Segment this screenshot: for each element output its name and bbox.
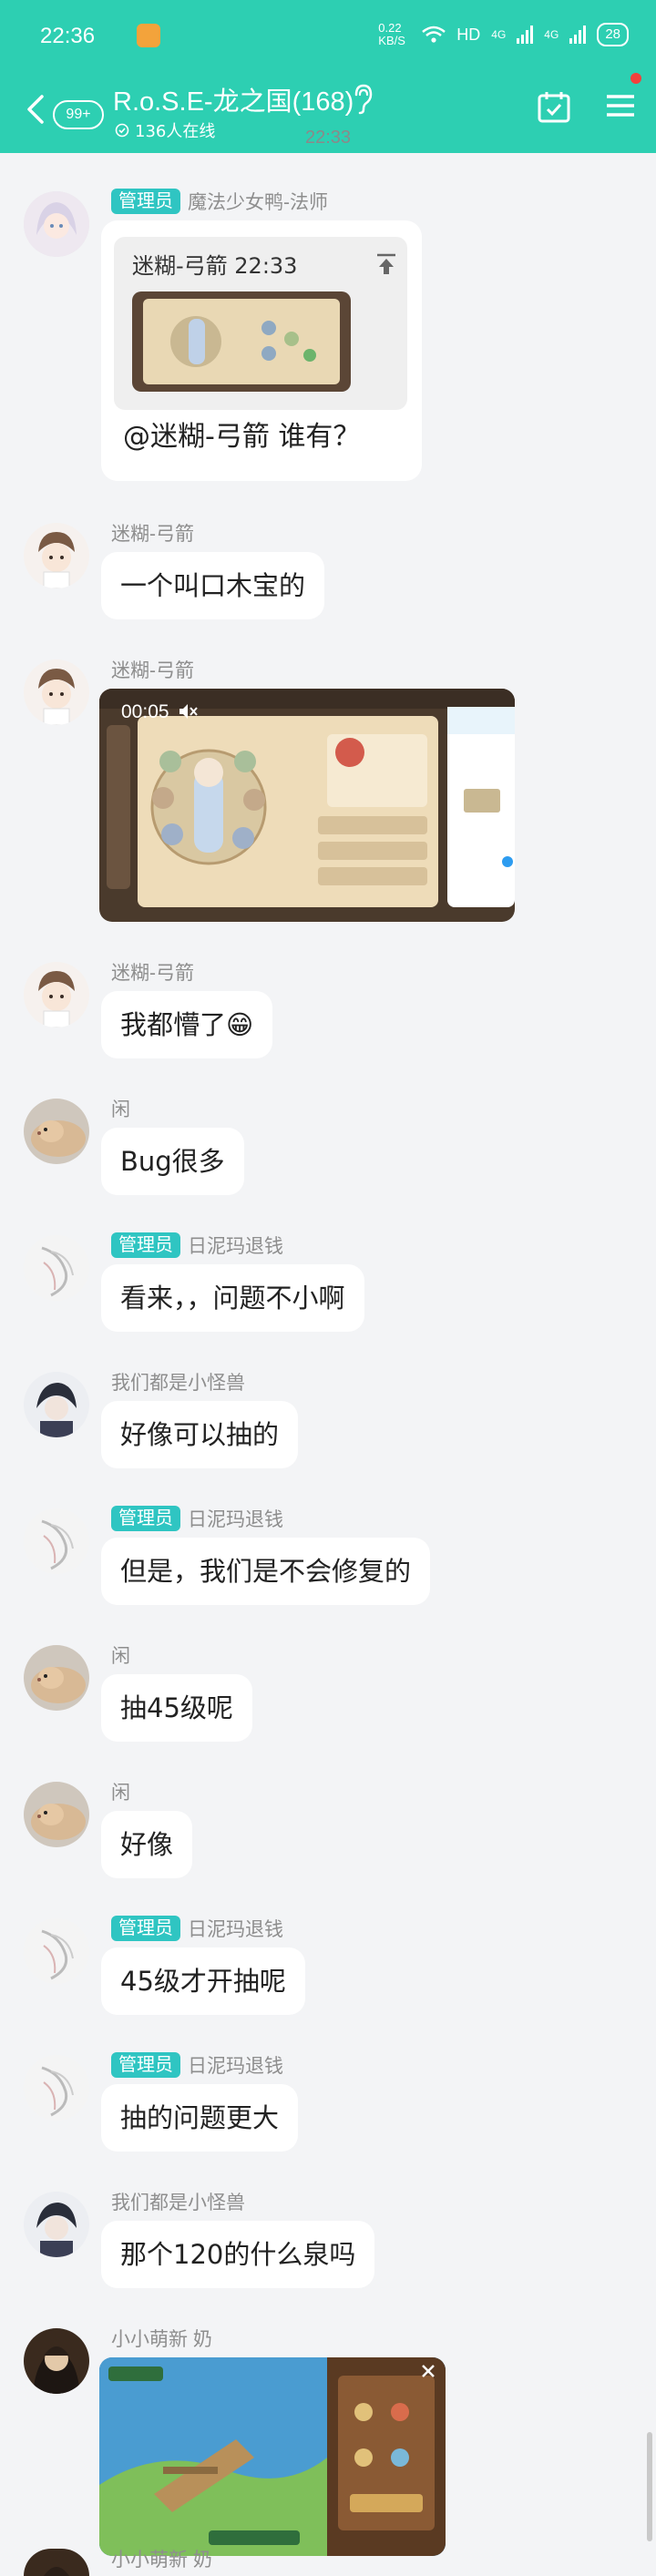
- avatar[interactable]: [24, 962, 89, 1027]
- sender-name[interactable]: 日泥玛退钱: [188, 1505, 283, 1532]
- text-bubble[interactable]: 看来，，问题不小啊: [101, 1264, 364, 1332]
- sender-name[interactable]: 日泥玛退钱: [188, 2051, 283, 2079]
- signal-4g-1: 4G: [491, 28, 507, 41]
- image-message[interactable]: [99, 2357, 446, 2556]
- sender-name[interactable]: 日泥玛退钱: [188, 1232, 283, 1259]
- network-speed: 0.22 KB/S: [378, 21, 405, 47]
- message-meta: 我们都是小怪兽: [111, 2188, 245, 2215]
- message-meta: 迷糊-弓箭: [111, 958, 194, 986]
- message-meta: 闲: [111, 1641, 130, 1669]
- message-meta: 管理员 日泥玛退钱: [111, 1232, 283, 1259]
- sender-name[interactable]: 我们都是小怪兽: [111, 1368, 245, 1395]
- back-arrow-icon[interactable]: [22, 91, 49, 128]
- sender-name[interactable]: 迷糊-弓箭: [111, 519, 194, 547]
- text-bubble[interactable]: 45级才开抽呢: [101, 1947, 305, 2015]
- sender-name[interactable]: 日泥玛退钱: [188, 1915, 283, 1942]
- text-bubble[interactable]: 抽45级呢: [101, 1674, 252, 1742]
- avatar[interactable]: [24, 1099, 89, 1164]
- calendar-check-icon[interactable]: [537, 89, 571, 124]
- admin-tag: 管理员: [111, 1232, 180, 1258]
- signal-4g-2: 4G: [544, 28, 559, 41]
- message-meta: 管理员 日泥玛退钱: [111, 1505, 283, 1532]
- sender-name[interactable]: 闲: [111, 1095, 130, 1122]
- status-time: 22:36: [40, 24, 96, 48]
- avatar[interactable]: [24, 1645, 89, 1711]
- hd-label: HD: [456, 25, 481, 44]
- wifi-icon: [422, 26, 446, 43]
- close-icon[interactable]: [420, 2363, 436, 2379]
- avatar[interactable]: [24, 1372, 89, 1437]
- text-bubble[interactable]: 那个120的什么泉吗: [101, 2221, 375, 2288]
- video-duration: 00:05: [121, 701, 169, 722]
- message-meta: 闲: [111, 1778, 130, 1805]
- quote-reply-bubble[interactable]: 迷糊-弓箭 22:33 @迷糊-弓箭 谁有？: [101, 220, 422, 481]
- avatar[interactable]: [24, 191, 89, 257]
- ear-icon: [354, 84, 373, 115]
- avatar[interactable]: [24, 1918, 89, 1984]
- avatar[interactable]: [24, 1508, 89, 1574]
- message-meta: 管理员 魔法少女鸭-法师: [111, 188, 328, 215]
- avatar[interactable]: [24, 2192, 89, 2257]
- admin-tag: 管理员: [111, 189, 180, 214]
- signal-icon-1: [517, 26, 534, 44]
- battery-indicator: 28: [597, 23, 629, 46]
- text-bubble[interactable]: 我都懵了😁: [101, 991, 273, 1058]
- quoted-image-thumbnail[interactable]: [132, 291, 351, 392]
- status-bar: 22:36 0.22 KB/S HD 4G 4G 28: [0, 0, 656, 71]
- scrollbar[interactable]: [647, 2432, 652, 2541]
- text-bubble[interactable]: 抽的问题更大: [101, 2084, 299, 2152]
- text-bubble[interactable]: 但是，我们是不会修复的: [101, 1538, 431, 1605]
- quoted-sender: 迷糊-弓箭 22:33: [132, 253, 298, 279]
- menu-notification-dot: [630, 73, 641, 84]
- message-meta: 我们都是小怪兽: [111, 1368, 245, 1395]
- message-timestamp: 22:33: [304, 128, 352, 148]
- unread-count-badge[interactable]: 99+: [53, 100, 104, 129]
- message-meta: 小小萌新 奶: [111, 2325, 212, 2352]
- quoted-message[interactable]: 迷糊-弓箭 22:33: [114, 237, 407, 410]
- avatar[interactable]: [24, 523, 89, 588]
- group-title[interactable]: R.o.S.E-龙之国(168): [113, 80, 354, 118]
- menu-icon[interactable]: [603, 87, 638, 124]
- sender-name[interactable]: 小小萌新 奶: [111, 2325, 212, 2352]
- avatar[interactable]: [24, 2055, 89, 2121]
- message-meta: 迷糊-弓箭: [111, 656, 194, 683]
- sender-name[interactable]: 迷糊-弓箭: [111, 656, 194, 683]
- sender-name[interactable]: 闲: [111, 1641, 130, 1669]
- jump-to-top-icon[interactable]: [376, 253, 396, 275]
- avatar[interactable]: [24, 1235, 89, 1301]
- avatar[interactable]: [24, 2328, 89, 2394]
- admin-tag: 管理员: [111, 1916, 180, 1941]
- sender-name[interactable]: 闲: [111, 1778, 130, 1805]
- app-notification-icon: [137, 24, 160, 47]
- signal-icon-2: [569, 26, 587, 44]
- message-meta: 迷糊-弓箭: [111, 519, 194, 547]
- avatar[interactable]: [24, 659, 89, 725]
- admin-tag: 管理员: [111, 1506, 180, 1531]
- message-meta: 闲: [111, 1095, 130, 1122]
- sender-name[interactable]: 迷糊-弓箭: [111, 958, 194, 986]
- message-meta: 管理员 日泥玛退钱: [111, 2051, 283, 2079]
- sender-name[interactable]: 魔法少女鸭-法师: [188, 188, 328, 215]
- text-bubble[interactable]: Bug很多: [101, 1128, 244, 1195]
- text-bubble[interactable]: 好像: [101, 1811, 193, 1878]
- admin-tag: 管理员: [111, 2052, 180, 2078]
- text-bubble[interactable]: 一个叫口木宝的: [101, 552, 325, 619]
- sender-name[interactable]: 我们都是小怪兽: [111, 2188, 245, 2215]
- message-text: @迷糊-弓箭 谁有？: [123, 421, 361, 453]
- video-message[interactable]: 00:05: [99, 689, 515, 922]
- avatar[interactable]: [24, 1782, 89, 1847]
- sender-name[interactable]: 小小萌新 奶: [111, 2545, 212, 2572]
- message-meta: 管理员 日泥玛退钱: [111, 1915, 283, 1942]
- status-indicators: 0.22 KB/S HD 4G 4G 28: [378, 22, 629, 47]
- text-bubble[interactable]: 好像可以抽的: [101, 1401, 299, 1468]
- muted-speaker-icon[interactable]: [178, 701, 198, 721]
- avatar[interactable]: [24, 2549, 89, 2576]
- message-meta: 小小萌新 奶: [111, 2545, 212, 2572]
